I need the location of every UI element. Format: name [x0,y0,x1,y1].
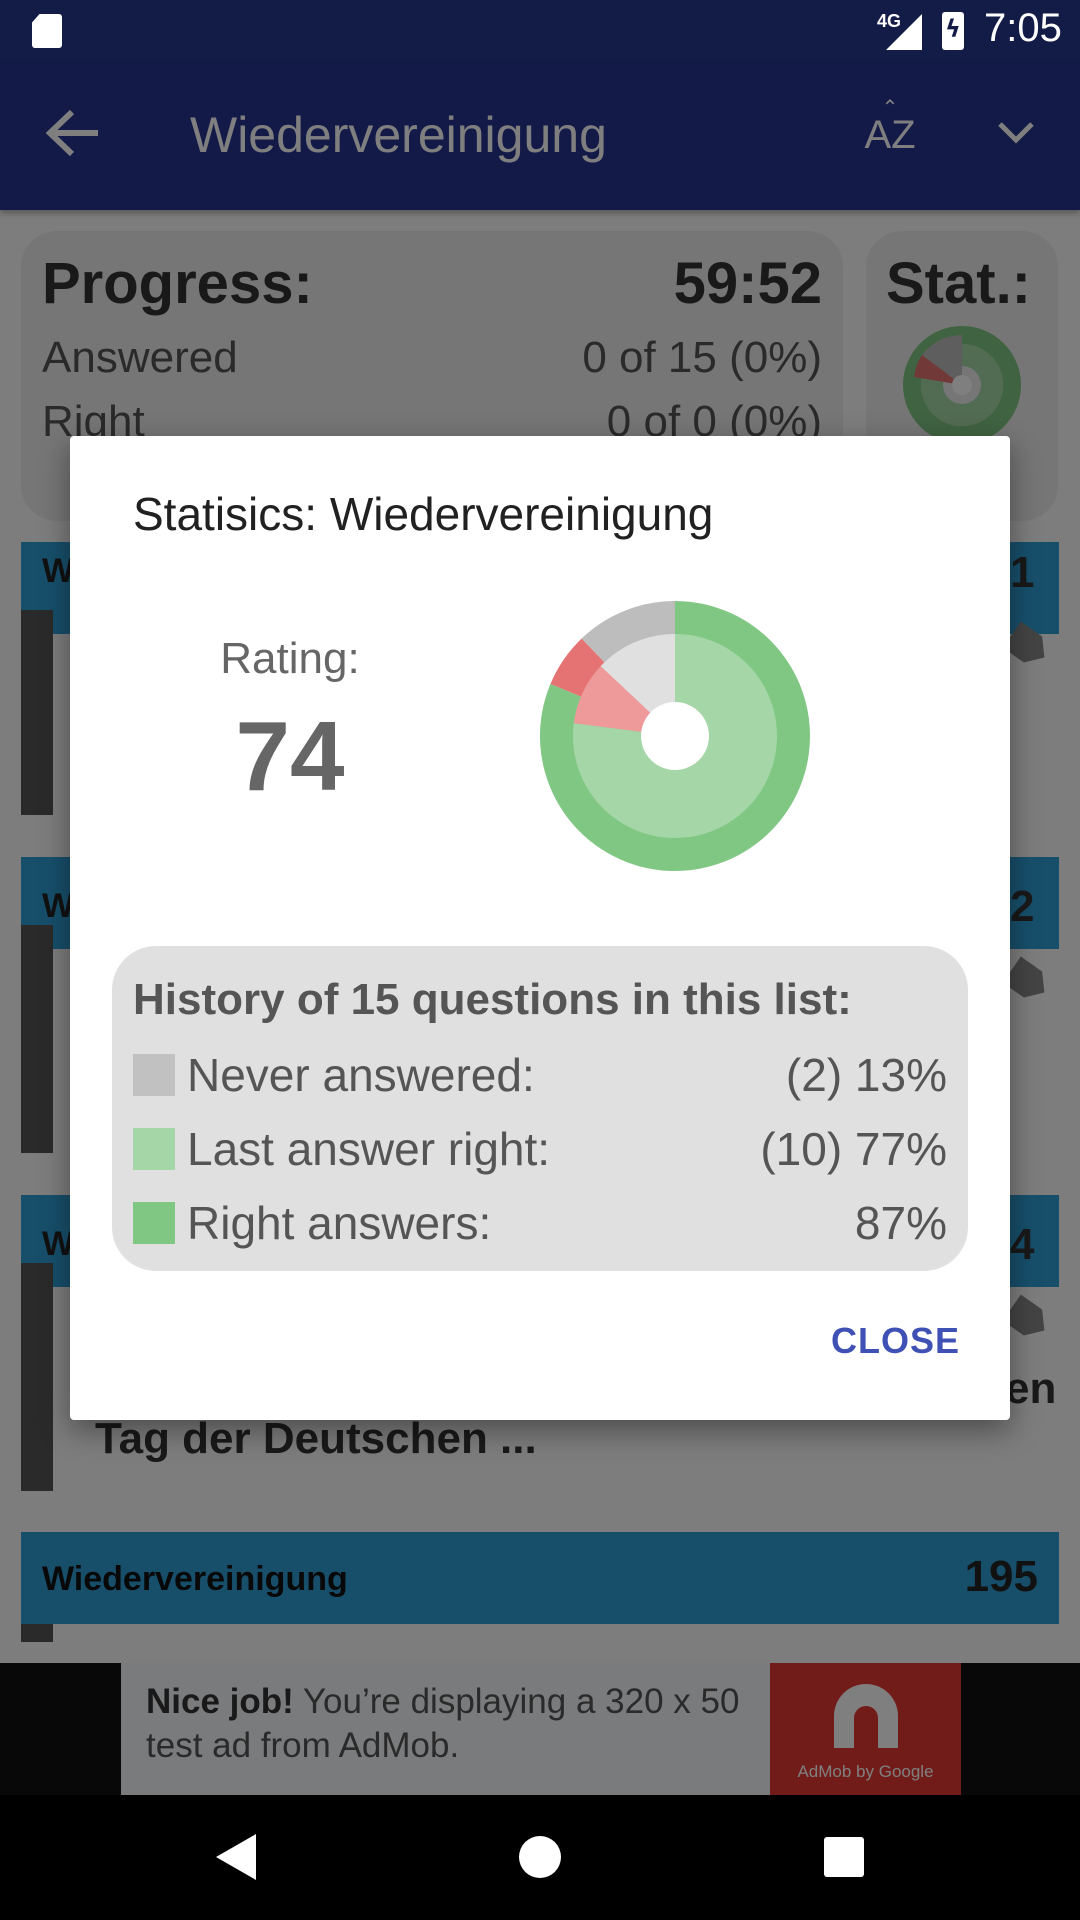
history-row-last-answer-right: Last answer right: (10) 77% [133,1122,947,1178]
history-value: (10) 77% [760,1123,947,1175]
history-label: Never answered: [187,1049,535,1101]
charging-bolt-icon: ϟ [945,15,961,43]
statistics-chart [540,601,810,871]
dialog-title: Statisics: Wiedervereinigung [133,488,714,540]
history-label: Last answer right: [187,1123,551,1175]
clock: 7:05 [984,6,1062,50]
close-button[interactable]: CLOSE [810,1320,960,1376]
rating-label: Rating: [220,634,360,683]
network-type-label: 4G [877,11,902,31]
history-label: Right answers: [187,1197,492,1249]
nav-recents-icon[interactable] [824,1837,864,1877]
legend-swatch-never-answered [133,1054,175,1096]
pie-center-hole [641,702,709,770]
nav-home-icon[interactable] [519,1836,561,1878]
rating-value: 74 [235,701,345,811]
history-row-never-answered: Never answered: (2) 13% [133,1048,947,1104]
history-value: (2) 13% [785,1049,947,1101]
history-value: 87% [854,1197,947,1249]
legend-swatch-last-answer-right [133,1128,175,1170]
history-row-right-answers: Right answers: 87% [133,1196,947,1252]
history-title: History of 15 questions in this list: [133,975,852,1024]
legend-swatch-right-answers [133,1202,175,1244]
sd-card-icon [32,14,62,48]
